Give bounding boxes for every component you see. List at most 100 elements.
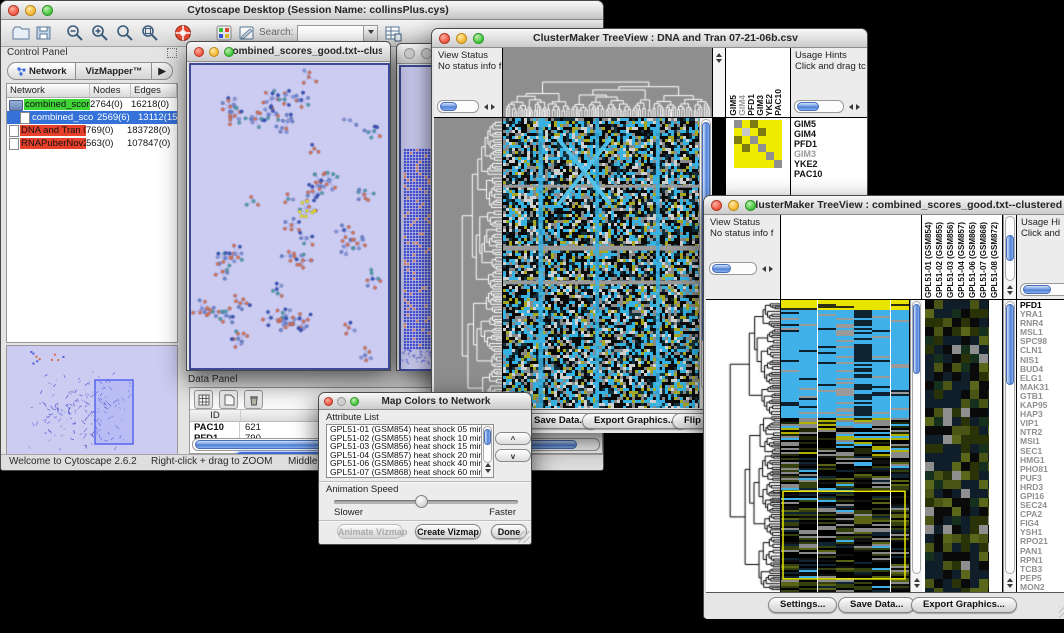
- zoom-button[interactable]: [224, 47, 234, 57]
- matrix-cell[interactable]: [734, 144, 742, 152]
- tv1-hints-hscroll-thumb[interactable]: [797, 102, 819, 111]
- tv1-row-dendrogram[interactable]: [434, 118, 502, 408]
- matrix-cell[interactable]: [766, 136, 774, 144]
- tab-overflow-arrow[interactable]: ▶: [152, 62, 172, 80]
- scroll-down-icon[interactable]: [485, 469, 491, 476]
- matrix-cell[interactable]: [774, 152, 782, 160]
- network-list-row[interactable]: DNA and Tran 07 769(0) 183728(0): [7, 124, 177, 137]
- attribute-table-icon[interactable]: [194, 390, 213, 409]
- matrix-cell[interactable]: [766, 160, 774, 168]
- zoom-fit-icon[interactable]: [140, 23, 160, 43]
- open-folder-icon[interactable]: [11, 23, 31, 43]
- row-label[interactable]: YKE2: [794, 159, 822, 169]
- tv2-collabel-vscrollbar[interactable]: [1003, 215, 1016, 299]
- close-button[interactable]: [404, 48, 415, 59]
- tab-network[interactable]: Network: [7, 62, 76, 80]
- matrix-cell[interactable]: [742, 120, 750, 128]
- zoom-button[interactable]: [42, 5, 53, 16]
- close-button[interactable]: [324, 397, 333, 406]
- tv2-heatmap-vscroll-thumb[interactable]: [913, 304, 920, 374]
- matrix-cell[interactable]: [750, 152, 758, 160]
- tv1-summary-matrix[interactable]: [734, 120, 782, 168]
- matrix-cell[interactable]: [774, 128, 782, 136]
- column-label[interactable]: GPL51-01 (GSM854): [924, 222, 933, 298]
- treeview2-action-button[interactable]: Settings...: [768, 597, 837, 613]
- column-label[interactable]: GPL51-06 (GSM865): [968, 222, 977, 298]
- treeview2-titlebar[interactable]: ClusterMaker TreeView : combined_scores_…: [704, 196, 1064, 215]
- matrix-cell[interactable]: [750, 120, 758, 128]
- matrix-cell[interactable]: [758, 144, 766, 152]
- tv2-heatmap[interactable]: [781, 300, 909, 592]
- scroll-left-icon[interactable]: [759, 266, 766, 272]
- tv2-hints-hscrollbar[interactable]: [1020, 283, 1064, 296]
- tv2-collabel-vscroll-thumb[interactable]: [1006, 235, 1014, 261]
- network-canvas[interactable]: [189, 63, 390, 370]
- scroll-up-icon[interactable]: [716, 50, 722, 57]
- row-label[interactable]: PAC10: [794, 169, 822, 179]
- main-titlebar[interactable]: Cytoscape Desktop (Session Name: collins…: [1, 1, 603, 20]
- row-label[interactable]: GIM3: [794, 149, 822, 159]
- scroll-down-icon[interactable]: [1007, 291, 1013, 298]
- attribute-list-vscroll-thumb[interactable]: [484, 429, 491, 445]
- matrix-cell[interactable]: [774, 120, 782, 128]
- dialog-action-button[interactable]: Animate Vizmap: [337, 524, 403, 539]
- zoom-selected-icon[interactable]: [115, 23, 135, 43]
- treeview2-action-button[interactable]: Export Graphics...: [911, 597, 1017, 613]
- matrix-cell[interactable]: [742, 128, 750, 136]
- minimize-button[interactable]: [456, 33, 467, 44]
- tv2-status-hscroll-thumb[interactable]: [712, 264, 731, 273]
- close-button[interactable]: [439, 33, 450, 44]
- column-label[interactable]: PAC10: [774, 89, 783, 116]
- scroll-up-icon[interactable]: [1007, 282, 1013, 289]
- matrix-cell[interactable]: [766, 120, 774, 128]
- scroll-right-icon[interactable]: [856, 104, 863, 110]
- tv2-status-hscrollbar[interactable]: [709, 262, 778, 275]
- matrix-cell[interactable]: [758, 120, 766, 128]
- attribute-list-vscrollbar[interactable]: [481, 425, 493, 477]
- scroll-right-icon[interactable]: [491, 104, 498, 110]
- tv2-heatmap-vscrollbar[interactable]: [910, 300, 922, 592]
- column-label[interactable]: GPL51-08 (GSM872): [990, 222, 999, 298]
- scroll-down-icon[interactable]: [716, 59, 722, 66]
- tv2-genelist-vscroll-thumb[interactable]: [1006, 304, 1014, 385]
- network-list-row[interactable]: combined_scores_ 2764(0) 16218(0): [7, 98, 177, 111]
- network-window-1[interactable]: combined_scores_good.txt--cluste...: [186, 41, 391, 371]
- close-button[interactable]: [711, 200, 722, 211]
- row-label[interactable]: GIM5: [794, 119, 822, 129]
- tv2-column-dendrogram-panel[interactable]: [781, 215, 921, 299]
- gene-label[interactable]: MON2: [1020, 583, 1049, 592]
- zoom-out-icon[interactable]: [65, 23, 85, 43]
- table-import-icon[interactable]: [383, 23, 403, 43]
- treeview1-titlebar[interactable]: ClusterMaker TreeView : DNA and Tran 07-…: [432, 29, 867, 48]
- minimize-button[interactable]: [728, 200, 739, 211]
- network-overview-thumbnail[interactable]: [6, 345, 178, 457]
- tv1-hints-hscrollbar[interactable]: [794, 100, 865, 113]
- matrix-cell[interactable]: [734, 160, 742, 168]
- save-icon[interactable]: [34, 23, 54, 43]
- tv2-hints-hscroll-thumb[interactable]: [1023, 285, 1051, 294]
- matrix-cell[interactable]: [758, 136, 766, 144]
- column-label[interactable]: GPL51-02 (GSM855): [935, 222, 944, 298]
- network-list-header[interactable]: Network Nodes Edges: [7, 84, 177, 98]
- close-button[interactable]: [8, 5, 19, 16]
- network-list-row[interactable]: RNAPuberNov2+I 563(0) 107847(0): [7, 137, 177, 150]
- annotation-note-icon[interactable]: [237, 23, 257, 43]
- move-down-button[interactable]: v: [495, 449, 531, 462]
- tv2-zoom-heatmap[interactable]: [925, 300, 989, 592]
- tv1-status-hscrollbar[interactable]: [437, 100, 500, 113]
- matrix-cell[interactable]: [734, 136, 742, 144]
- matrix-cell[interactable]: [766, 152, 774, 160]
- matrix-cell[interactable]: [758, 128, 766, 136]
- tv1-dendro-scroll-strip[interactable]: [713, 48, 725, 117]
- zoom-button[interactable]: [745, 200, 756, 211]
- resize-grip[interactable]: [1059, 606, 1064, 618]
- matrix-cell[interactable]: [766, 128, 774, 136]
- attribute-item[interactable]: GPL51-07 (GSM868) heat shock 60 min: [327, 468, 481, 477]
- matrix-cell[interactable]: [758, 152, 766, 160]
- minimize-button[interactable]: [337, 397, 346, 406]
- matrix-cell[interactable]: [774, 136, 782, 144]
- matrix-cell[interactable]: [734, 152, 742, 160]
- tv2-genelist-vscrollbar[interactable]: [1003, 300, 1016, 592]
- scroll-left-icon[interactable]: [846, 104, 853, 110]
- animation-speed-slider-thumb[interactable]: [415, 495, 428, 508]
